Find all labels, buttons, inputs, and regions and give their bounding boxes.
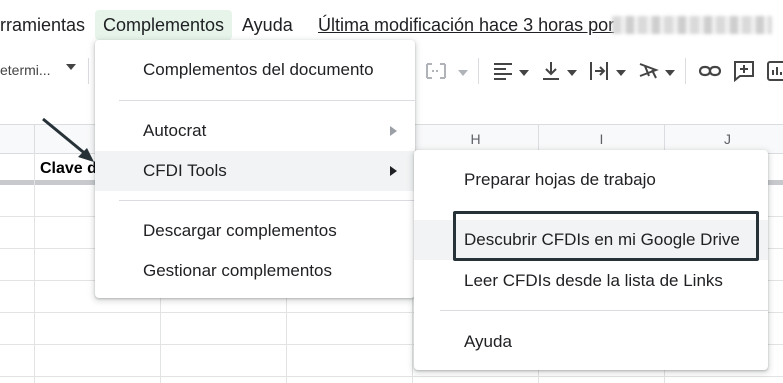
submenu-arrow-icon [390, 126, 397, 136]
column-header-j[interactable]: J [665, 125, 783, 153]
highlight-frame [453, 211, 759, 261]
submenu-arrow-icon [390, 166, 397, 176]
link-icon[interactable] [697, 58, 723, 84]
menu-complementos[interactable]: Complementos [95, 10, 233, 40]
column-header-h[interactable]: H [413, 125, 539, 153]
complementos-menu: Complementos del documento Autocrat CFDI… [95, 40, 415, 298]
chevron-down-icon[interactable] [665, 70, 675, 76]
menu-item-complementos-documento[interactable]: Complementos del documento [95, 50, 415, 90]
chevron-down-icon[interactable] [519, 70, 529, 76]
align-left-icon[interactable] [490, 58, 516, 84]
menu-item-autocrat[interactable]: Autocrat [95, 111, 415, 151]
valign-bottom-icon[interactable] [538, 58, 564, 84]
row-header-corner[interactable] [0, 125, 35, 153]
grid-line [34, 153, 35, 383]
menu-herramientas[interactable]: rramientas [0, 10, 85, 40]
comment-icon[interactable] [731, 58, 757, 84]
menu-item-label: Autocrat [143, 121, 207, 140]
chevron-down-icon[interactable] [616, 70, 626, 76]
redacted-username [612, 16, 772, 34]
menu-divider [440, 310, 768, 311]
chevron-down-icon[interactable] [458, 70, 468, 76]
last-edit-link[interactable]: Última modificación hace 3 horas por [318, 10, 614, 40]
text-rotate-icon[interactable] [636, 58, 662, 84]
text-wrap-icon[interactable] [586, 58, 612, 84]
menu-item-label: CFDI Tools [143, 161, 227, 180]
chevron-down-icon[interactable] [567, 70, 577, 76]
toolbar-divider [88, 58, 89, 84]
column-header-i[interactable]: I [539, 125, 665, 153]
toolbar-divider [685, 58, 686, 84]
merge-cells-icon[interactable] [423, 58, 449, 84]
menu-item-ayuda[interactable]: Ayuda [414, 322, 768, 362]
chevron-down-icon[interactable] [66, 64, 76, 70]
menu-item-descargar-complementos[interactable]: Descargar complementos [95, 211, 415, 251]
menu-ayuda[interactable]: Ayuda [242, 10, 293, 40]
menu-item-preparar-hojas[interactable]: Preparar hojas de trabajo [414, 160, 768, 200]
menu-divider [119, 200, 415, 201]
font-select[interactable]: etermi... [0, 62, 51, 78]
toolbar-divider [478, 58, 479, 84]
menu-divider [119, 100, 415, 101]
menu-item-cfdi-tools[interactable]: CFDI Tools [95, 151, 415, 191]
menu-item-gestionar-complementos[interactable]: Gestionar complementos [95, 251, 415, 291]
menu-item-leer-cfdis[interactable]: Leer CFDIs desde la lista de Links [414, 261, 768, 301]
chart-icon[interactable] [764, 58, 783, 84]
